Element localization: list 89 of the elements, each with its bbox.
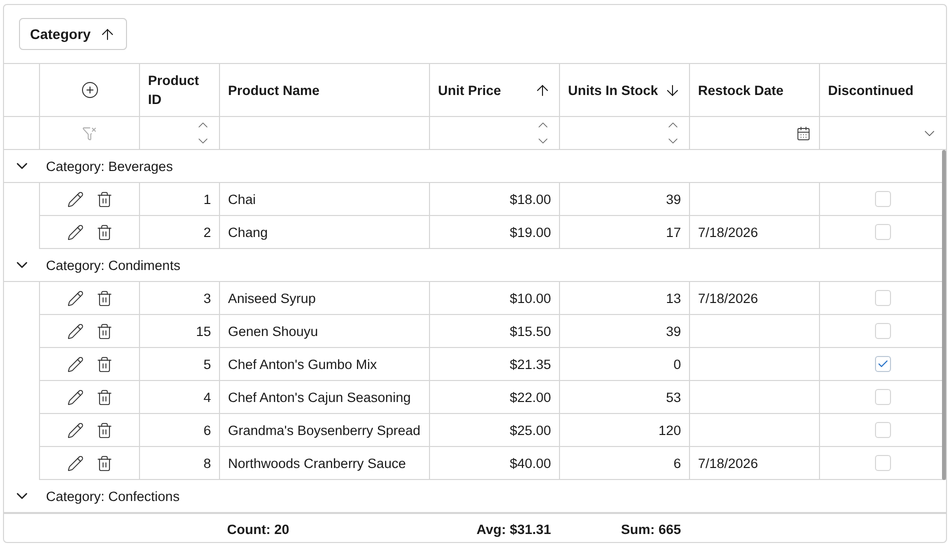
table-cell: $22.00 — [429, 381, 559, 414]
table-cell: Aniseed Syrup — [219, 282, 429, 315]
edit-icon[interactable] — [66, 190, 84, 208]
summary-text: Count: 20 — [227, 522, 290, 537]
column-title: Product ID — [148, 72, 200, 109]
group-label: Category: Confections — [45, 488, 180, 504]
delete-icon[interactable] — [96, 190, 112, 208]
table-cell: Chef Anton's Cajun Seasoning — [219, 381, 429, 414]
table-cell: 39 — [559, 183, 689, 216]
column-header[interactable]: Product Name — [219, 64, 429, 117]
table-cell: Chef Anton's Gumbo Mix — [219, 348, 429, 381]
delete-icon[interactable] — [96, 422, 112, 438]
table-cell: Chang — [219, 216, 429, 249]
table-cell: 17 — [559, 216, 689, 249]
group-label: Category: Condiments — [45, 258, 180, 272]
group-label: Category: Beverages — [45, 158, 173, 174]
table-cell: Grandma's Boysenberry Spread — [219, 414, 429, 447]
edit-icon[interactable] — [66, 356, 84, 372]
table-cell: 7/18/2026 — [689, 447, 819, 480]
numeric-filter-field[interactable] — [429, 117, 559, 150]
table-cell: 15 — [139, 315, 219, 348]
table-cell: $25.00 — [429, 414, 559, 447]
checkbox[interactable] — [875, 224, 891, 240]
edit-icon[interactable] — [66, 422, 84, 438]
edit-icon[interactable] — [66, 454, 84, 472]
summary-text: Avg: $31.31 — [476, 522, 551, 537]
table-cell: 7/18/2026 — [689, 282, 819, 315]
table-cell: 1 — [139, 183, 219, 216]
table-cell: 13 — [559, 282, 689, 315]
date-filter-field[interactable] — [689, 117, 819, 150]
table-cell: 7/18/2026 — [689, 216, 819, 249]
delete-icon[interactable] — [96, 290, 112, 306]
table-cell: 6 — [559, 447, 689, 480]
checkbox[interactable] — [875, 323, 891, 339]
column-title: Discontinued — [828, 82, 914, 100]
table-cell: 0 — [559, 348, 689, 381]
delete-icon[interactable] — [96, 356, 112, 372]
table-cell: Northwoods Cranberry Sauce — [219, 447, 429, 480]
column-title: Units In Stock — [568, 82, 658, 100]
column-title: Product Name — [228, 82, 320, 100]
checkbox[interactable] — [875, 422, 891, 438]
table-cell: $15.50 — [429, 315, 559, 348]
table-cell: $18.00 — [429, 183, 559, 216]
table-cell: $19.00 — [429, 216, 559, 249]
text-filter-field[interactable] — [219, 117, 429, 150]
checkbox[interactable] — [875, 290, 891, 306]
column-title: Unit Price — [438, 82, 502, 100]
table-cell: 3 — [139, 282, 219, 315]
select-filter-field[interactable] — [819, 117, 946, 150]
numeric-filter-field[interactable] — [559, 117, 689, 150]
clear-filter-icon[interactable] — [82, 126, 97, 140]
table-cell: 53 — [559, 381, 689, 414]
delete-icon[interactable] — [96, 454, 112, 472]
table-cell: 6 — [139, 414, 219, 447]
table-cell: $10.00 — [429, 282, 559, 315]
scrollbar[interactable] — [942, 150, 946, 480]
add-icon[interactable] — [80, 81, 98, 99]
column-header[interactable]: Restock Date — [689, 64, 819, 117]
column-header[interactable]: Product ID — [139, 64, 219, 117]
table-cell: 8 — [139, 447, 219, 480]
edit-icon[interactable] — [66, 388, 84, 406]
checkbox[interactable] — [875, 455, 891, 471]
table-cell: $21.35 — [429, 348, 559, 381]
delete-icon[interactable] — [96, 388, 112, 406]
group-chip[interactable]: Category — [19, 18, 127, 50]
checkbox[interactable] — [875, 191, 891, 207]
summary-text: Sum: 665 — [620, 522, 681, 537]
table-cell: $40.00 — [429, 447, 559, 480]
column-header[interactable]: Units In Stock — [559, 64, 689, 117]
delete-icon[interactable] — [96, 322, 112, 340]
table-cell: 4 — [139, 381, 219, 414]
checkbox[interactable] — [875, 356, 891, 372]
edit-icon[interactable] — [66, 290, 84, 306]
table-cell: 39 — [559, 315, 689, 348]
table-cell: 120 — [559, 414, 689, 447]
delete-icon[interactable] — [96, 224, 112, 240]
checkbox[interactable] — [875, 389, 891, 405]
table-cell: Genen Shouyu — [219, 315, 429, 348]
edit-icon[interactable] — [66, 224, 84, 240]
table-cell: 5 — [139, 348, 219, 381]
table-cell: 2 — [139, 216, 219, 249]
column-header[interactable]: Unit Price — [429, 64, 559, 117]
calendar-icon[interactable] — [796, 126, 811, 140]
check-icon — [877, 358, 889, 370]
table-cell: Chai — [219, 183, 429, 216]
numeric-filter-field[interactable] — [139, 117, 219, 150]
column-header[interactable]: Discontinued — [819, 64, 946, 117]
column-title: Restock Date — [698, 82, 784, 100]
edit-icon[interactable] — [66, 322, 84, 340]
